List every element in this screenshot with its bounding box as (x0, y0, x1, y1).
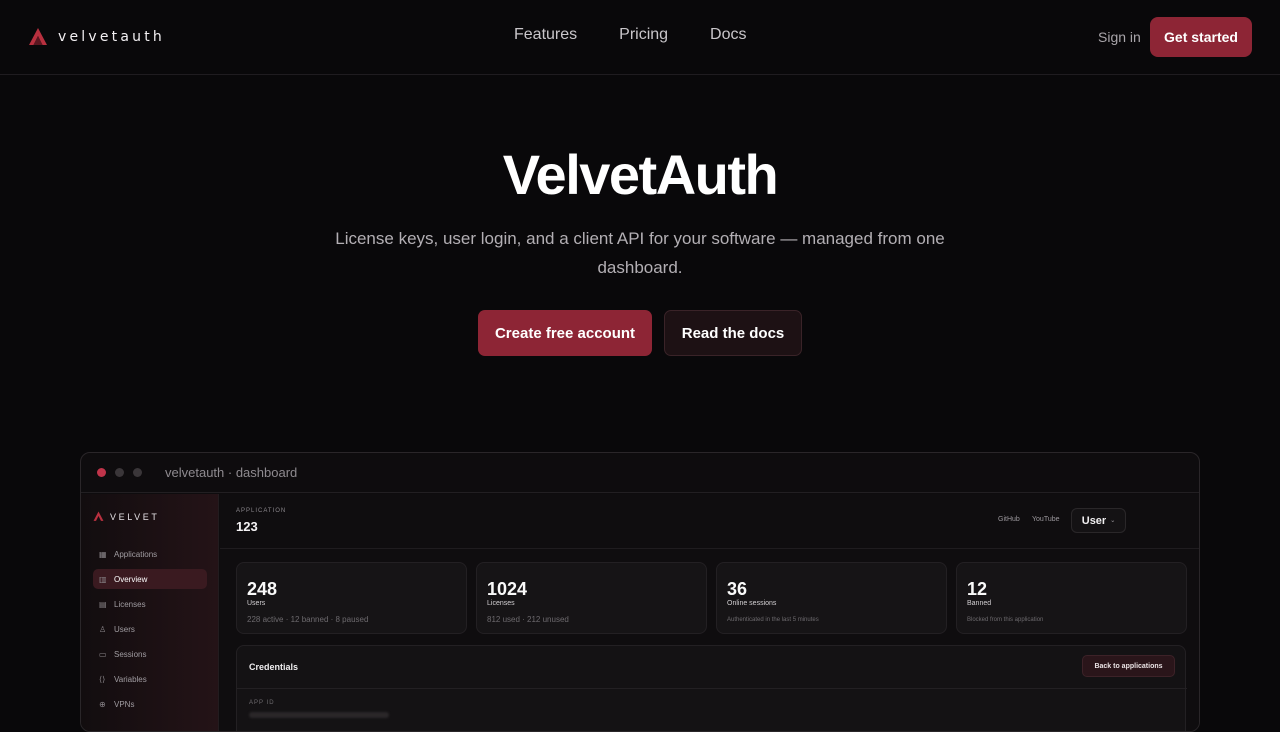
back-to-applications-button[interactable]: Back to applications (1082, 655, 1175, 677)
users-icon: ♙ (99, 624, 107, 634)
stat-card-sessions: 36 Online sessions Authenticated in the … (716, 562, 947, 634)
app-id-label: APP ID (249, 700, 275, 706)
stat-subtext: Authenticated in the last 5 minutes (727, 617, 819, 623)
youtube-link[interactable]: YouTube (1032, 516, 1060, 523)
user-menu-label: User (1081, 514, 1107, 527)
stat-subtext: 812 used · 212 unused (487, 615, 569, 624)
window-dot-minimize (115, 468, 124, 477)
dashboard-main: APPLICATION 123 GitHub YouTube User ⌄ 24… (220, 494, 1199, 731)
nav-link-docs[interactable]: Docs (710, 26, 746, 44)
window-body: VELVET ▦ Applications ▥ Overview ▤ Licen… (81, 494, 1199, 731)
sidebar-item-label: Overview (114, 574, 148, 584)
sidebar-item-users[interactable]: ♙ Users (93, 619, 207, 639)
sidebar-item-applications[interactable]: ▦ Applications (93, 544, 207, 564)
user-menu-button[interactable]: User ⌄ (1071, 508, 1126, 533)
credentials-panel: Credentials Back to applications APP ID (236, 645, 1187, 731)
github-link[interactable]: GitHub (998, 516, 1020, 523)
sidebar-item-overview[interactable]: ▥ Overview (93, 569, 207, 589)
stat-card-banned: 12 Banned Blocked from this application (956, 562, 1187, 634)
stat-label: Banned (967, 600, 992, 607)
grid-icon: ▦ (99, 549, 107, 559)
window-dot-maximize (133, 468, 142, 477)
stat-value: 248 (247, 579, 278, 599)
stat-value: 1024 (487, 579, 528, 599)
sidebar-item-label: VPNs (114, 699, 135, 709)
application-name: 123 (236, 519, 258, 534)
sidebar-item-variables[interactable]: ⟨⟩ Variables (93, 669, 207, 689)
globe-icon: ⊕ (99, 699, 106, 709)
stat-subtext: Blocked from this application (967, 617, 1044, 623)
sidebar-item-label: Applications (114, 549, 158, 559)
sidebar-brand-name: VELVET (110, 511, 160, 522)
nav-link-pricing[interactable]: Pricing (619, 26, 668, 44)
brand-logo[interactable]: velvetauth (28, 27, 165, 47)
credentials-title: Credentials (249, 662, 299, 672)
chart-icon: ▥ (99, 574, 107, 584)
sidebar-item-label: Licenses (114, 599, 146, 609)
window-dot-close (97, 468, 106, 477)
application-label: APPLICATION (236, 508, 287, 514)
stat-subtext: 228 active · 12 banned · 8 paused (247, 615, 369, 624)
stats-row: 248 Users 228 active · 12 banned · 8 pau… (236, 562, 1187, 634)
nav-link-features[interactable]: Features (514, 26, 577, 44)
sidebar-brand: VELVET (93, 511, 159, 522)
read-docs-button[interactable]: Read the docs (664, 310, 802, 356)
stat-label: Licenses (487, 600, 515, 607)
velvet-logo-icon (29, 28, 47, 45)
stat-label: Online sessions (727, 600, 777, 607)
sidebar-item-label: Users (114, 624, 135, 634)
brand-name: velvetauth (58, 29, 165, 45)
dashboard-preview-window: velvetauth · dashboard VELVET ▦ Applicat… (80, 452, 1200, 732)
stat-card-licenses: 1024 Licenses 812 used · 212 unused (476, 562, 707, 634)
divider (237, 688, 1187, 689)
card-icon: ▤ (99, 599, 107, 609)
sidebar-item-sessions[interactable]: ▭ Sessions (93, 644, 207, 664)
window-title: velvetauth · dashboard (165, 465, 298, 480)
sidebar-item-label: Sessions (114, 649, 147, 659)
hero-subtitle: License keys, user login, and a client A… (335, 229, 945, 277)
stat-label: Users (247, 600, 266, 607)
top-nav: velvetauth Features Pricing Docs Sign in… (0, 0, 1280, 75)
app-id-value-blurred (249, 712, 389, 718)
chevron-down-icon: ⌄ (1110, 518, 1116, 524)
window-titlebar: velvetauth · dashboard (81, 453, 1199, 493)
dashboard-header: APPLICATION 123 GitHub YouTube User ⌄ (220, 494, 1199, 549)
hero-title: VelvetAuth (502, 143, 779, 206)
sidebar-item-vpns[interactable]: ⊕ VPNs (93, 694, 207, 714)
dashboard-sidebar: VELVET ▦ Applications ▥ Overview ▤ Licen… (81, 494, 219, 731)
sign-in-link[interactable]: Sign in (1098, 29, 1141, 45)
stat-value: 12 (967, 579, 988, 599)
sidebar-item-label: Variables (114, 674, 147, 684)
stat-card-users: 248 Users 228 active · 12 banned · 8 pau… (236, 562, 467, 634)
monitor-icon: ▭ (99, 649, 107, 659)
code-icon: ⟨⟩ (99, 674, 106, 684)
velvet-logo-icon (93, 511, 104, 521)
get-started-button[interactable]: Get started (1150, 17, 1252, 57)
sidebar-item-licenses[interactable]: ▤ Licenses (93, 594, 207, 614)
stat-value: 36 (727, 579, 748, 599)
nav-links: Features Pricing Docs (514, 26, 789, 44)
create-account-button[interactable]: Create free account (478, 310, 652, 356)
